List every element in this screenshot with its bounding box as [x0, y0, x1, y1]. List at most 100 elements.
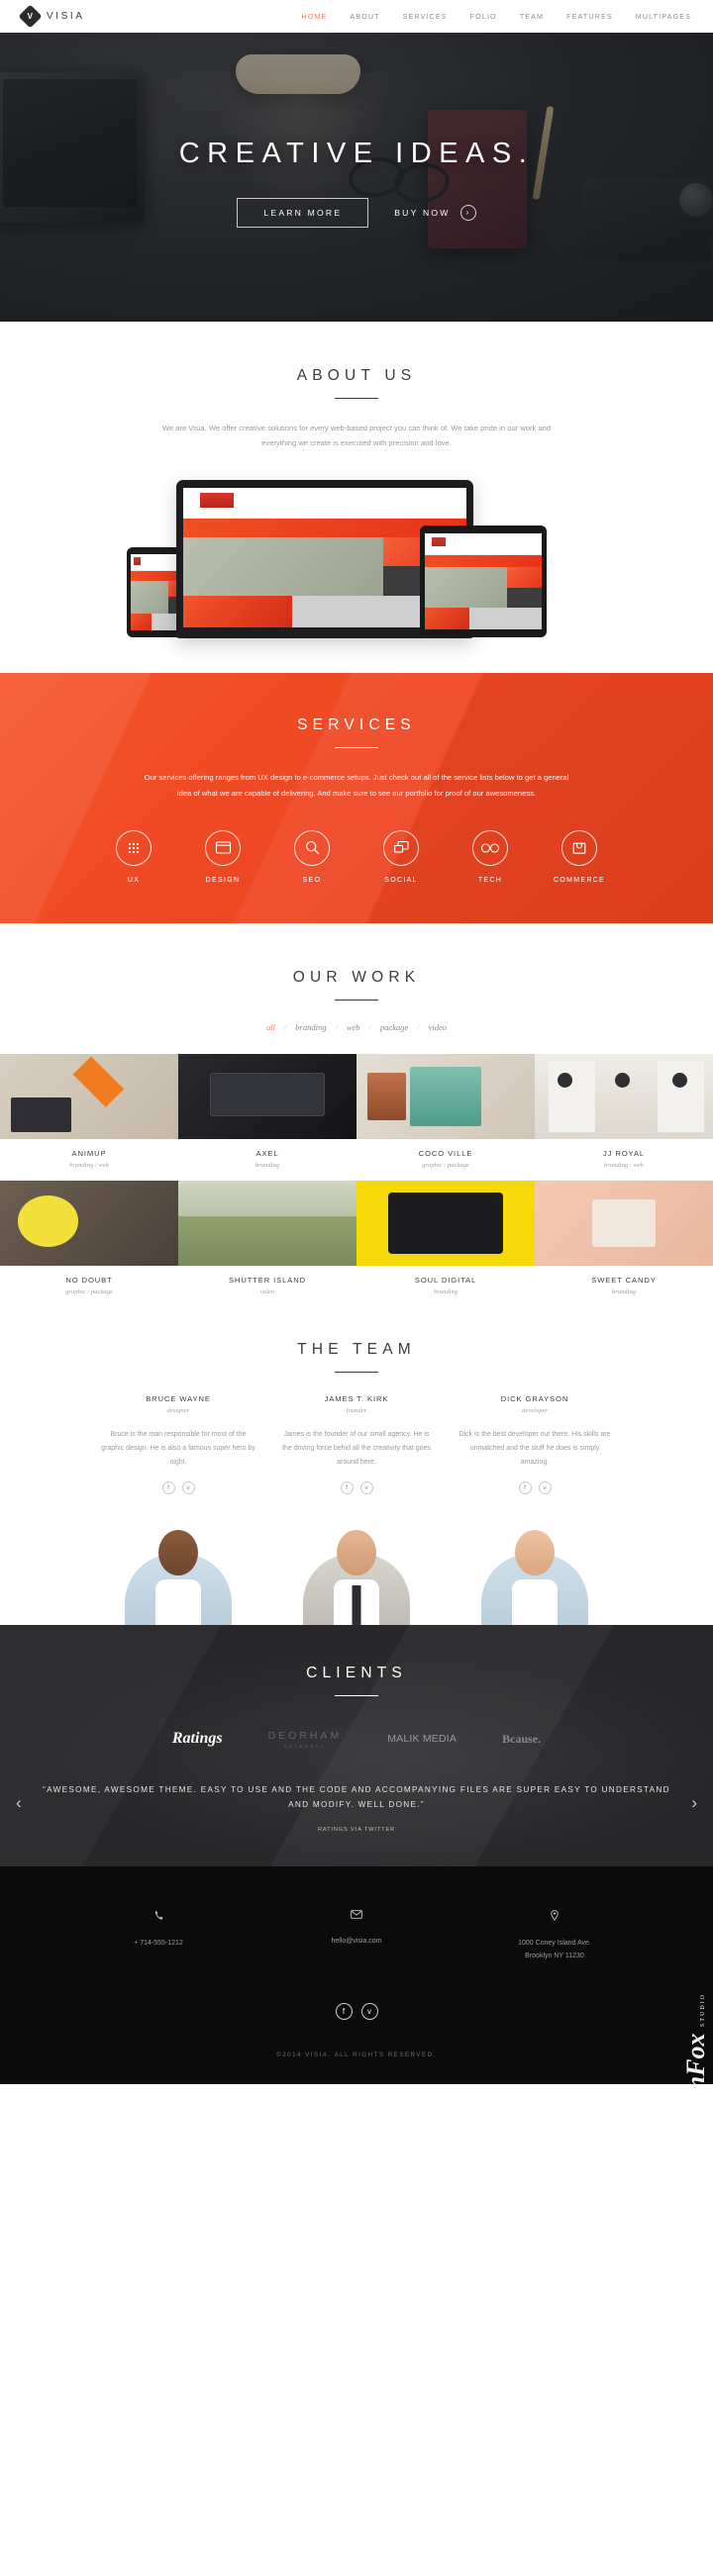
portfolio-item[interactable]: ANIMUP branding / web [0, 1053, 178, 1181]
portfolio-item[interactable]: JJ ROYAL branding / web [535, 1053, 713, 1181]
services-list: UX DESIGN SEO SOCIAL TECH COMMERCE [0, 829, 713, 884]
team-title-rule [335, 1371, 378, 1373]
filter-separator: / [283, 1021, 287, 1032]
service-item-seo[interactable]: SEO [267, 829, 356, 884]
testimonial-next-arrow-icon[interactable]: › [691, 1794, 697, 1811]
member-photo-dick-grayson [446, 1515, 624, 1625]
brand-logo[interactable]: V VISIA [18, 4, 85, 29]
footer-contact-phone: + 714-555-1212 [59, 1910, 257, 1963]
portfolio-thumbnail[interactable] [356, 1053, 535, 1139]
facebook-icon[interactable]: f [340, 1480, 354, 1494]
portfolio-item[interactable]: SOUL DIGITAL branding [356, 1180, 535, 1307]
portfolio-item-tags: branding / web [604, 1161, 644, 1169]
footer-address-text[interactable]: 1000 Coney Island Ave. Brooklyn NY 11230 [456, 1937, 654, 1963]
buy-now-button[interactable]: BUY NOW › [394, 204, 476, 221]
member-role: developer [522, 1406, 548, 1414]
portfolio-item[interactable]: SHUTTER ISLAND video [178, 1180, 356, 1307]
service-item-design[interactable]: DESIGN [178, 829, 267, 884]
clients-title: CLIENTS [306, 1664, 407, 1681]
testimonial-prev-arrow-icon[interactable]: ‹ [16, 1794, 22, 1811]
portfolio-thumbnail[interactable] [0, 1053, 178, 1139]
facebook-icon[interactable]: f [518, 1480, 532, 1494]
twitter-icon[interactable]: ᴠ [538, 1480, 552, 1494]
portfolio-item-tags: graphic / package [422, 1161, 469, 1169]
member-bio: Dick is the best developer out there. Hi… [458, 1430, 611, 1466]
client-logo-malik-media[interactable]: MALIK MEDIA [387, 1733, 457, 1745]
filter-web[interactable]: web [347, 1022, 360, 1032]
filter-branding[interactable]: branding [295, 1022, 326, 1032]
client-logo-deorham[interactable]: DEORHAM NETWORKS [268, 1730, 343, 1749]
client-logo-ratings[interactable]: Ratings [172, 1730, 223, 1748]
testimonial-slider: ‹ › “AWESOME, AWESOME THEME. EASY TO USE… [0, 1782, 713, 1833]
portfolio-item-tags: branding / web [69, 1161, 109, 1169]
client-logo-bcause[interactable]: Bcause. [502, 1732, 541, 1747]
dots-grid-icon [116, 829, 152, 866]
learn-more-button[interactable]: LEARN MORE [237, 197, 369, 228]
portfolio-item-title: JJ ROYAL [602, 1148, 646, 1158]
service-item-ux[interactable]: UX [89, 829, 178, 884]
portfolio-item-title: NO DOUBT [65, 1275, 113, 1285]
facebook-icon[interactable]: f [161, 1480, 175, 1494]
portfolio-thumbnail[interactable] [535, 1053, 713, 1139]
twitter-icon[interactable]: ᴠ [359, 1480, 373, 1494]
shopping-bag-icon [561, 829, 597, 866]
portfolio-item[interactable]: COCO VILLE graphic / package [356, 1053, 535, 1181]
filter-separator: / [368, 1021, 371, 1032]
service-item-social[interactable]: SOCIAL [356, 829, 446, 884]
main-nav: HOME ABOUT SERVICES FOLIO TEAM FEATURES … [301, 12, 691, 21]
footer-phone-text[interactable]: + 714-555-1212 [59, 1937, 257, 1950]
service-label: SEO [302, 876, 322, 884]
service-label: DESIGN [205, 876, 241, 884]
portfolio-item[interactable]: SWEET CANDY branding [535, 1180, 713, 1307]
filter-separator: / [417, 1021, 420, 1032]
footer-email-text[interactable]: hello@visia.com [257, 1935, 456, 1948]
nav-item-multipages[interactable]: MULTIPAGES [636, 12, 691, 21]
portfolio-item[interactable]: AXEL branding [178, 1053, 356, 1181]
nav-item-home[interactable]: HOME [301, 12, 327, 21]
testimonial-author: RATINGS VIA TWITTER [317, 1826, 396, 1833]
team-member-bruce-wayne: BRUCE WAYNE designer Bruce is the man re… [89, 1394, 267, 1494]
member-name: DICK GRAYSON [500, 1393, 569, 1403]
footer: + 714-555-1212 hello@visia.com 1000 Cone… [0, 1865, 713, 2135]
hero-actions: LEARN MORE BUY NOW › [237, 197, 476, 228]
twitter-icon[interactable]: ᴠ [360, 2002, 378, 2020]
member-social-links: f ᴠ [101, 1480, 255, 1494]
portfolio-thumbnail[interactable] [178, 1180, 356, 1266]
portfolio-filters: all / branding / web / package / video [0, 1022, 713, 1032]
nav-item-team[interactable]: TEAM [520, 12, 544, 21]
twitter-icon[interactable]: ᴠ [181, 1480, 195, 1494]
services-section: SERVICES Our services offering ranges fr… [0, 673, 713, 923]
joomfox-watermark-text: JoomFox [681, 2033, 710, 2135]
portfolio-item[interactable]: NO DOUBT graphic / package [0, 1180, 178, 1307]
nav-item-about[interactable]: ABOUT [350, 12, 379, 21]
member-social-links: f ᴠ [279, 1480, 434, 1494]
joomfox-watermark-sub: STUDIO [700, 1992, 706, 2027]
glasses-icon [472, 829, 508, 866]
portfolio-item-title: SOUL DIGITAL [414, 1275, 477, 1285]
about-title-rule [335, 398, 378, 399]
portfolio-thumbnail[interactable] [0, 1180, 178, 1266]
portfolio-item-title: SHUTTER ISLAND [229, 1275, 306, 1285]
portfolio-thumbnail[interactable] [356, 1180, 535, 1266]
service-item-commerce[interactable]: COMMERCE [535, 829, 624, 884]
service-item-tech[interactable]: TECH [446, 829, 535, 884]
nav-item-features[interactable]: FEATURES [566, 12, 613, 21]
portfolio-item-tags: graphic / package [65, 1288, 113, 1295]
filter-package[interactable]: package [380, 1022, 408, 1032]
brand-mark-letter: V [27, 11, 34, 21]
nav-item-services[interactable]: SERVICES [403, 12, 448, 21]
service-label: COMMERCE [553, 876, 605, 884]
portfolio-thumbnail[interactable] [178, 1053, 356, 1139]
filter-all[interactable]: all [266, 1022, 275, 1032]
member-name: BRUCE WAYNE [146, 1393, 211, 1403]
filter-video[interactable]: video [429, 1022, 447, 1032]
about-paragraph: We are Visia. We offer creative solution… [161, 424, 552, 448]
footer-contact-email: hello@visia.com [257, 1910, 456, 1963]
nav-item-folio[interactable]: FOLIO [470, 12, 497, 21]
portfolio-item-tags: branding [255, 1161, 280, 1169]
buy-now-label: BUY NOW [394, 207, 451, 218]
portfolio-thumbnail[interactable] [535, 1180, 713, 1266]
facebook-icon[interactable]: f [335, 2002, 353, 2020]
portfolio-section: OUR WORK all / branding / web / package … [0, 923, 713, 1307]
portfolio-title-rule [335, 999, 378, 1001]
